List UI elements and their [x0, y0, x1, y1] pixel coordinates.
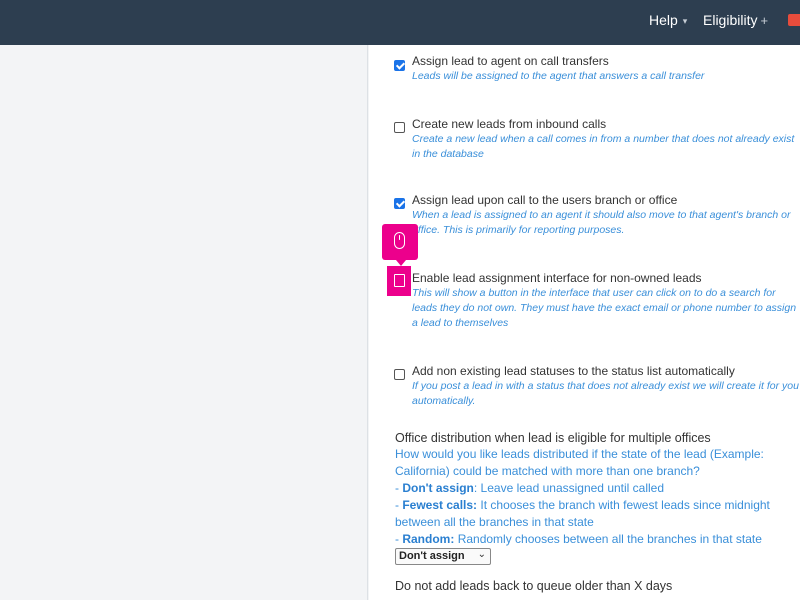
choice-label: Fewest calls:	[402, 498, 478, 512]
chevron-down-icon: ▾	[682, 16, 688, 26]
option-description: Create a new lead when a call comes in f…	[412, 133, 795, 160]
help-label: Help	[649, 12, 678, 28]
option-description: Leads will be assigned to the agent that…	[412, 70, 705, 82]
selected-value: Don't assign	[399, 550, 465, 562]
click-highlight	[387, 266, 411, 296]
choice-text: Leave lead unassigned until called	[480, 481, 665, 495]
eligibility-menu[interactable]: Eligibility +	[703, 12, 768, 28]
section-description: How would you like leads distributed if …	[395, 446, 800, 548]
top-navbar: Help ▾ Eligibility +	[0, 0, 800, 45]
option-title: Assign lead upon call to the users branc…	[412, 193, 678, 207]
choice-text: Randomly chooses between all the branche…	[457, 532, 762, 546]
option-title: Assign lead to agent on call transfers	[412, 54, 609, 68]
option-title: Add non existing lead statuses to the st…	[412, 364, 735, 378]
choice-label: Don't assign	[402, 481, 474, 495]
option-title: Create new leads from inbound calls	[412, 117, 607, 131]
alert-badge[interactable]	[788, 14, 800, 26]
plus-icon: +	[760, 13, 769, 28]
section-title: Office distribution when lead is eligibl…	[395, 431, 711, 445]
chevron-down-icon: ⌄	[477, 549, 486, 560]
checkbox-lead-statuses[interactable]	[394, 369, 405, 380]
mouse-icon	[394, 232, 405, 249]
choice-label: Random:	[402, 532, 455, 546]
option-title: Enable lead assignment interface for non…	[412, 271, 702, 285]
option-description: When a lead is assigned to an agent it s…	[412, 209, 791, 236]
settings-panel: Assign lead to agent on call transfers L…	[369, 45, 800, 600]
choice-random: - Random: Randomly chooses between all t…	[395, 532, 762, 546]
checkbox-call-transfers[interactable]	[394, 60, 405, 71]
option-description: This will show a button in the interface…	[412, 287, 797, 329]
queue-age-title: Do not add leads back to queue older tha…	[395, 579, 673, 593]
eligibility-label: Eligibility	[703, 12, 758, 28]
checkbox-branch-office[interactable]	[394, 198, 405, 209]
question-text: How would you like leads distributed if …	[395, 447, 764, 478]
distribution-select[interactable]: Don't assign ⌄	[395, 548, 491, 565]
checkbox-inbound-calls[interactable]	[394, 122, 405, 133]
left-pane	[0, 45, 368, 600]
click-tooltip	[382, 224, 418, 266]
help-menu[interactable]: Help ▾	[649, 12, 687, 28]
option-description: If you post a lead in with a status that…	[412, 380, 799, 407]
choice-fewest-calls: - Fewest calls: It chooses the branch wi…	[395, 498, 770, 529]
choice-dont-assign: - Don't assign: Leave lead unassigned un…	[395, 481, 665, 495]
highlighted-checkbox	[394, 274, 405, 287]
